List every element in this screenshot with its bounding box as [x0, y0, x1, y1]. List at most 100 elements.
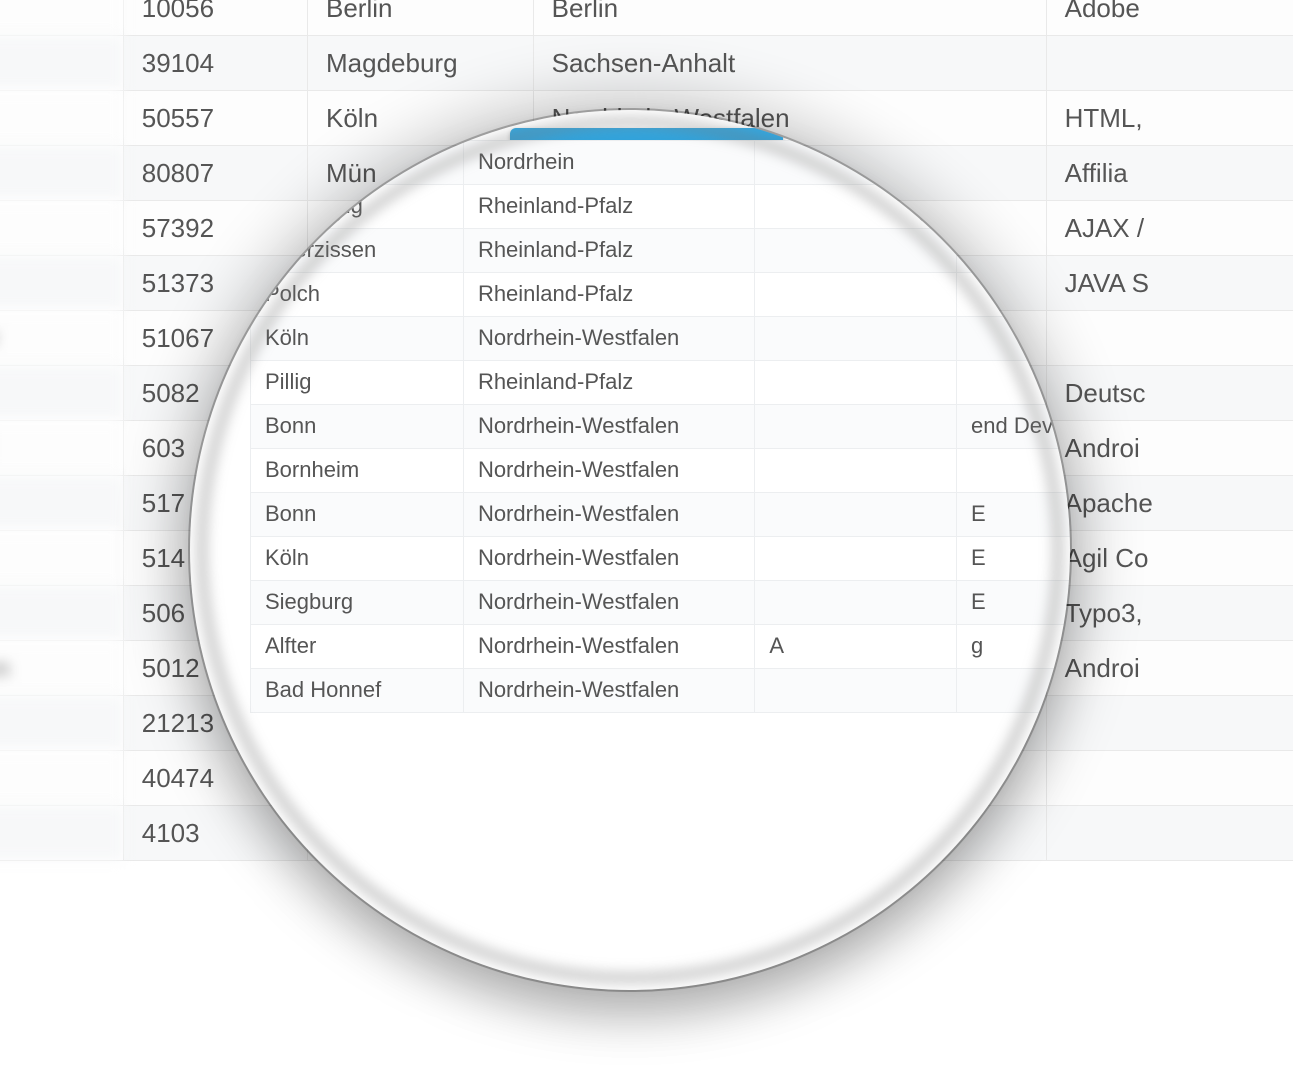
cell-state: Nordrhein: [463, 141, 754, 185]
cell-city: Pillig: [251, 361, 464, 405]
table-row[interactable]: Köln Nordrhein-Westfalen E: [251, 537, 1071, 581]
cell-city: Bad Honnef: [251, 669, 464, 713]
cell-name: [0, 531, 123, 586]
magnifier: Bonn Nordrhein ad Breisig Rheinland-Pfal…: [190, 110, 1070, 990]
candidate-table-zoom: Bonn Nordrhein ad Breisig Rheinland-Pfal…: [250, 140, 1070, 713]
cell-tag: E: [957, 581, 1070, 625]
cell-skill: [1046, 696, 1293, 751]
cell-extra: [755, 185, 957, 229]
cell-extra: [755, 537, 957, 581]
cell-city: Siegburg: [251, 581, 464, 625]
cell-skill: Adobe: [1046, 0, 1293, 36]
cell-state: Rheinland-Pfalz: [463, 273, 754, 317]
cell-name: er: [0, 0, 123, 36]
cell-tag: end Dev: [957, 405, 1070, 449]
table-row[interactable]: Bonn Nordrhein: [251, 141, 1071, 185]
cell-extra: [755, 449, 957, 493]
cell-skill: Typo3,: [1046, 586, 1293, 641]
cell-name: [0, 36, 123, 91]
cell-name: l: [0, 586, 123, 641]
cell-city: Köln: [251, 317, 464, 361]
cell-name: h: [0, 366, 123, 421]
cell-extra: [755, 669, 957, 713]
table-row[interactable]: Bonn Nordrhein-Westfalen end Dev: [251, 405, 1071, 449]
cell-skill: Androi: [1046, 421, 1293, 476]
cell-state: Nordrhein-Westfalen: [463, 317, 754, 361]
table-row[interactable]: ad Breisig Rheinland-Pfalz: [251, 185, 1071, 229]
cell-name: der: [0, 476, 123, 531]
cell-name: rhilfen: [0, 641, 123, 696]
cell-skill: HTML,: [1046, 91, 1293, 146]
cell-skill: [1046, 806, 1293, 861]
cell-state: Nordrhein-Westfalen: [463, 625, 754, 669]
cell-tag: g: [957, 625, 1070, 669]
table-row[interactable]: Polch Rheinland-Pfalz: [251, 273, 1071, 317]
cell-city: ad Breisig: [251, 185, 464, 229]
cell-city: Polch: [251, 273, 464, 317]
table-row[interactable]: Bonn Nordrhein-Westfalen E: [251, 493, 1071, 537]
cell-city: Köln: [251, 537, 464, 581]
cell-zip: 39104: [123, 36, 307, 91]
cell-skill: AJAX /: [1046, 201, 1293, 256]
cell-extra: [755, 141, 957, 185]
cell-skill: Affilia: [1046, 146, 1293, 201]
cell-city: Bonn: [251, 141, 464, 185]
cell-state: Sachsen-Anhalt: [533, 36, 1046, 91]
cell-skill: JAVA S: [1046, 256, 1293, 311]
cell-zip: 10056: [123, 0, 307, 36]
cell-city: Oberzissen: [251, 229, 464, 273]
cell-skill: Androi: [1046, 641, 1293, 696]
cell-tag: [957, 669, 1070, 713]
cell-name: merl: [0, 421, 123, 476]
cell-extra: [755, 317, 957, 361]
cell-name: [0, 91, 123, 146]
cell-tag: [957, 449, 1070, 493]
cell-name: nek: [0, 696, 123, 751]
cell-skill: [1046, 36, 1293, 91]
cell-skill: Deutsc: [1046, 366, 1293, 421]
cell-extra: [755, 493, 957, 537]
table-row[interactable]: Oberzissen Rheinland-Pfalz: [251, 229, 1071, 273]
table-row[interactable]: er 10056 Berlin Berlin Adobe: [0, 0, 1293, 36]
cell-tag: [957, 317, 1070, 361]
cell-tag: [957, 229, 1070, 273]
cell-extra: [755, 229, 957, 273]
cell-city: Bonn: [251, 405, 464, 449]
cell-state: Nordrhein-Westfalen: [463, 669, 754, 713]
cell-city: Alfter: [251, 625, 464, 669]
cell-tag: E: [957, 537, 1070, 581]
cell-state: Berlin: [533, 0, 1046, 36]
cell-state: Nordrhein-Westfalen: [463, 405, 754, 449]
cell-zip: 50557: [123, 91, 307, 146]
cell-extra: [755, 361, 957, 405]
cell-name: [0, 146, 123, 201]
cell-city: Magdeburg: [308, 36, 534, 91]
cell-tag: [957, 273, 1070, 317]
cell-state: Nordrhein-Westfalen: [463, 449, 754, 493]
cell-state: Rheinland-Pfalz: [463, 229, 754, 273]
cell-tag: [957, 141, 1070, 185]
cell-city: Berlin: [308, 0, 534, 36]
cell-tag: E: [957, 493, 1070, 537]
table-row[interactable]: Pillig Rheinland-Pfalz: [251, 361, 1071, 405]
cell-state: Nordrhein-Westfalen: [463, 493, 754, 537]
table-row[interactable]: Alfter Nordrhein-Westfalen A g: [251, 625, 1071, 669]
table-row[interactable]: Köln Nordrhein-Westfalen: [251, 317, 1071, 361]
cell-extra: [755, 581, 957, 625]
cell-tag: [957, 185, 1070, 229]
cell-name: ling: [0, 256, 123, 311]
cell-state: Nordrhein-Westfalen: [463, 581, 754, 625]
table-row[interactable]: 39104 Magdeburg Sachsen-Anhalt: [0, 36, 1293, 91]
cell-skill: [1046, 311, 1293, 366]
table-row[interactable]: Bornheim Nordrhein-Westfalen: [251, 449, 1071, 493]
table-row[interactable]: Siegburg Nordrhein-Westfalen E: [251, 581, 1071, 625]
cell-name: nd: [0, 201, 123, 256]
cell-tag: [957, 361, 1070, 405]
cell-state: Rheinland-Pfalz: [463, 361, 754, 405]
cell-skill: Agil Co: [1046, 531, 1293, 586]
cell-extra: [755, 405, 957, 449]
table-row[interactable]: Bad Honnef Nordrhein-Westfalen: [251, 669, 1071, 713]
cell-city: Bonn: [251, 493, 464, 537]
cell-extra: [755, 273, 957, 317]
cell-extra: A: [755, 625, 957, 669]
